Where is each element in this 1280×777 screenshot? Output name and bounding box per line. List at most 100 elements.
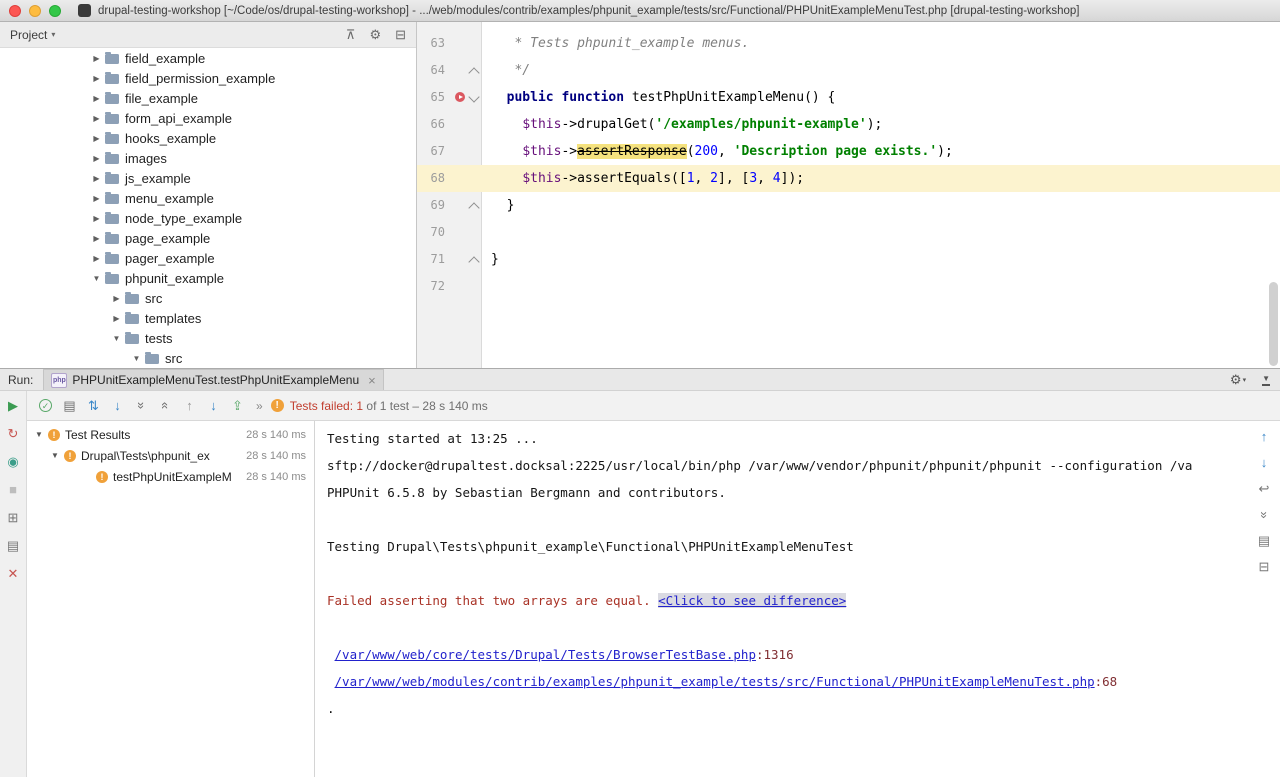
editor-gutter[interactable]: 67: [417, 138, 482, 165]
editor-line[interactable]: 70: [417, 219, 1280, 246]
sort-by-duration-icon[interactable]: ↓: [109, 397, 126, 414]
window-zoom-button[interactable]: [49, 5, 61, 17]
chevron-icon[interactable]: ▶: [90, 194, 103, 203]
editor-gutter[interactable]: 66: [417, 111, 482, 138]
scroll-to-end-icon[interactable]: »: [1256, 507, 1272, 523]
chevron-icon[interactable]: ▶: [90, 174, 103, 183]
run-tab[interactable]: php PHPUnitExampleMenuTest.testPhpUnitEx…: [43, 369, 383, 390]
fold-marker-icon[interactable]: [468, 202, 479, 213]
print-icon[interactable]: ▤: [1256, 533, 1272, 549]
project-tree-item[interactable]: ▶file_example: [0, 88, 416, 108]
test-console[interactable]: Testing started at 13:25 ...sftp://docke…: [315, 421, 1280, 777]
scroll-up-icon[interactable]: ↑: [1256, 429, 1272, 445]
close-button[interactable]: ✕: [5, 566, 21, 582]
window-close-button[interactable]: [9, 5, 21, 17]
editor-gutter[interactable]: 72: [417, 273, 482, 300]
chevron-icon[interactable]: ▶: [90, 134, 103, 143]
console-link[interactable]: /var/www/web/modules/contrib/examples/ph…: [335, 674, 1095, 689]
editor-line[interactable]: 63 * Tests phpunit_example menus.: [417, 30, 1280, 57]
editor-gutter[interactable]: 69: [417, 192, 482, 219]
chevron-icon[interactable]: ▼: [110, 334, 123, 343]
project-tree-item[interactable]: ▶form_api_example: [0, 108, 416, 128]
import-test-results-icon[interactable]: ⇪: [229, 397, 246, 414]
project-tree-item[interactable]: ▶field_permission_example: [0, 68, 416, 88]
project-tree-item[interactable]: ▶templates: [0, 308, 416, 328]
stop-button[interactable]: ■: [5, 482, 21, 498]
editor-scrollbar-thumb[interactable]: [1269, 282, 1278, 366]
chevron-icon[interactable]: ▶: [90, 214, 103, 223]
hide-tool-window-icon[interactable]: ▼: [1262, 374, 1270, 386]
editor-gutter[interactable]: 68: [417, 165, 482, 192]
editor-line[interactable]: 66 $this->drupalGet('/examples/phpunit-e…: [417, 111, 1280, 138]
editor-gutter[interactable]: 64: [417, 57, 482, 84]
chevron-icon[interactable]: ▼: [90, 274, 103, 283]
chevron-icon[interactable]: ▶: [90, 154, 103, 163]
collapse-all-icon[interactable]: «: [157, 397, 174, 414]
editor-line[interactable]: 67 $this->assertResponse(200, 'Descripti…: [417, 138, 1280, 165]
tab-close-icon[interactable]: ×: [368, 374, 376, 387]
rerun-failed-tests-button[interactable]: ↻: [5, 426, 21, 442]
chevron-icon[interactable]: ▶: [90, 54, 103, 63]
test-tree-item[interactable]: ▼!Test Results28 s 140 ms: [27, 424, 314, 445]
rerun-test-button[interactable]: ▶: [5, 398, 21, 414]
project-tree-item[interactable]: ▶pager_example: [0, 248, 416, 268]
editor-line[interactable]: 69 }: [417, 192, 1280, 219]
show-passed-icon[interactable]: ✓: [39, 399, 52, 412]
next-failed-test-icon[interactable]: ↓: [205, 397, 222, 414]
test-tree-item[interactable]: ▼!Drupal\Tests\phpunit_ex28 s 140 ms: [27, 445, 314, 466]
chevron-icon[interactable]: ▶: [90, 114, 103, 123]
project-tree-item[interactable]: ▶src: [0, 288, 416, 308]
console-link[interactable]: /var/www/web/core/tests/Drupal/Tests/Bro…: [335, 647, 756, 662]
test-history-button[interactable]: ▤: [5, 538, 21, 554]
clear-console-icon[interactable]: ⊟: [1256, 559, 1272, 575]
chevron-icon[interactable]: ▶: [90, 254, 103, 263]
project-tree-item[interactable]: ▶hooks_example: [0, 128, 416, 148]
previous-failed-test-icon[interactable]: ↑: [181, 397, 198, 414]
project-tree-item[interactable]: ▶field_example: [0, 48, 416, 68]
chevron-icon[interactable]: ▼: [33, 430, 45, 439]
project-panel-title[interactable]: Project: [10, 28, 47, 42]
code-editor[interactable]: 63 * Tests phpunit_example menus.64 */65…: [417, 22, 1280, 368]
test-tree-item[interactable]: !testPhpUnitExampleM28 s 140 ms: [27, 466, 314, 487]
soft-wrap-icon[interactable]: ↩: [1256, 481, 1272, 497]
show-console-icon[interactable]: ▤: [61, 397, 78, 414]
project-tree-item[interactable]: ▼tests: [0, 328, 416, 348]
scroll-down-icon[interactable]: ↓: [1256, 455, 1272, 471]
collapse-all-icon[interactable]: ⊼: [346, 28, 356, 42]
chevron-down-icon[interactable]: ▾: [51, 30, 55, 39]
editor-line[interactable]: 64 */: [417, 57, 1280, 84]
editor-line[interactable]: 72: [417, 273, 1280, 300]
editor-gutter[interactable]: 65: [417, 84, 482, 111]
chevron-icon[interactable]: ▶: [110, 294, 123, 303]
run-settings-icon[interactable]: ⚙▾: [1230, 372, 1246, 388]
project-tree-item[interactable]: ▶js_example: [0, 168, 416, 188]
project-tree-item[interactable]: ▶images: [0, 148, 416, 168]
editor-line[interactable]: 71}: [417, 246, 1280, 273]
chevron-icon[interactable]: ▶: [110, 314, 123, 323]
console-link[interactable]: <Click to see difference>: [658, 593, 846, 608]
editor-line[interactable]: 68 $this->assertEquals([1, 2], [3, 4]);: [417, 165, 1280, 192]
project-tree-item[interactable]: ▶menu_example: [0, 188, 416, 208]
editor-gutter[interactable]: 70: [417, 219, 482, 246]
expand-all-icon[interactable]: »: [133, 397, 150, 414]
more-actions-icon[interactable]: »: [256, 399, 263, 413]
editor-line[interactable]: 65 public function testPhpUnitExampleMen…: [417, 84, 1280, 111]
chevron-icon[interactable]: ▼: [130, 354, 143, 363]
sort-alphabetically-icon[interactable]: ⇅: [85, 397, 102, 414]
project-tree-item[interactable]: ▶page_example: [0, 228, 416, 248]
project-tree-item[interactable]: ▼phpunit_example: [0, 268, 416, 288]
chevron-icon[interactable]: ▶: [90, 234, 103, 243]
restore-layout-button[interactable]: ⊞: [5, 510, 21, 526]
chevron-icon[interactable]: ▶: [90, 74, 103, 83]
window-minimize-button[interactable]: [29, 5, 41, 17]
project-tree-item[interactable]: ▼src: [0, 348, 416, 368]
editor-gutter[interactable]: 71: [417, 246, 482, 273]
rerun-failed-test-gutter-icon[interactable]: [455, 92, 465, 102]
chevron-icon[interactable]: ▶: [90, 94, 103, 103]
fold-marker-icon[interactable]: [468, 256, 479, 267]
run-with-coverage-button[interactable]: ◉: [5, 454, 21, 470]
editor-gutter[interactable]: 63: [417, 30, 482, 57]
project-tree-item[interactable]: ▶node_type_example: [0, 208, 416, 228]
hide-panel-icon[interactable]: ⊟: [395, 28, 406, 42]
fold-marker-icon[interactable]: [468, 67, 479, 78]
